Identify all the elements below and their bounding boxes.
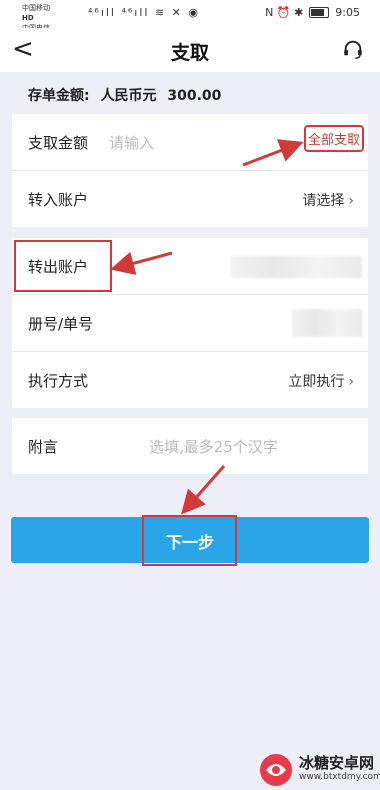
memo-input[interactable]: 选填,最多25个汉字 bbox=[149, 436, 278, 457]
status-right: N ⏰ ✱ 9:05 bbox=[265, 6, 360, 19]
exec-mode-row[interactable]: 执行方式 立即执行 › bbox=[12, 352, 368, 408]
hd-badge: HD bbox=[22, 14, 34, 22]
form-group-amount: 支取金额 请输入 全部支取 转入账户 请选择 › bbox=[12, 114, 368, 227]
deposit-value: 300.00 bbox=[167, 88, 222, 104]
to-account-label: 转入账户 bbox=[28, 191, 89, 209]
memo-row: 附言 选填,最多25个汉字 bbox=[12, 418, 368, 474]
clock: 9:05 bbox=[335, 6, 360, 19]
chevron-right-icon: › bbox=[348, 193, 354, 209]
exec-mode-value: 立即执行 bbox=[288, 374, 345, 390]
page-title: 支取 bbox=[170, 42, 209, 64]
amount-label: 支取金额 bbox=[28, 134, 89, 152]
book-number-value-blurred bbox=[292, 309, 362, 337]
carrier-name: 中国移动 bbox=[22, 4, 50, 12]
annotation-box-next bbox=[142, 515, 237, 566]
withdraw-all-button[interactable]: 全部支取 bbox=[303, 125, 364, 152]
system-icons: N ⏰ ✱ bbox=[265, 6, 304, 19]
deposit-currency: 人民币元 bbox=[100, 88, 157, 104]
watermark-title: 冰糖安卓网 bbox=[299, 754, 375, 772]
status-bar: 中国移动 HD 中国电信 HD ⁴⁶ıll ⁴⁶ıll ≋ ✕ ◉ N ⏰ ✱ … bbox=[0, 0, 380, 42]
headset-icon[interactable] bbox=[342, 38, 364, 60]
deposit-amount: 存单金额: 人民币元 300.00 bbox=[28, 85, 227, 105]
from-account-value-blurred bbox=[230, 256, 362, 278]
exec-mode-select[interactable]: 立即执行 › bbox=[288, 371, 354, 391]
amount-input[interactable]: 请输入 bbox=[109, 132, 154, 153]
memo-label: 附言 bbox=[28, 438, 59, 456]
exec-mode-label: 执行方式 bbox=[28, 372, 89, 390]
deposit-label: 存单金额: bbox=[28, 88, 90, 104]
nav-bar: < 支取 bbox=[0, 28, 380, 72]
to-account-value: 请选择 bbox=[302, 193, 345, 209]
watermark-url: www.btxtdmy.com bbox=[299, 772, 380, 782]
watermark-logo-icon bbox=[260, 754, 292, 786]
to-account-row[interactable]: 转入账户 请选择 › bbox=[12, 171, 368, 227]
battery-icon bbox=[309, 7, 330, 18]
to-account-select[interactable]: 请选择 › bbox=[302, 190, 354, 210]
signal-icons: ⁴⁶ıll ⁴⁶ıll ≋ ✕ ◉ bbox=[88, 6, 200, 19]
watermark: 冰糖安卓网 www.btxtdmy.com bbox=[254, 750, 380, 790]
book-number-label: 册号/单号 bbox=[28, 315, 94, 333]
annotation-box-from-account bbox=[14, 240, 112, 292]
book-number-row: 册号/单号 bbox=[12, 295, 368, 352]
chevron-right-icon: › bbox=[348, 374, 354, 390]
amount-row: 支取金额 请输入 全部支取 bbox=[12, 114, 368, 171]
form-group-memo: 附言 选填,最多25个汉字 bbox=[12, 418, 368, 474]
